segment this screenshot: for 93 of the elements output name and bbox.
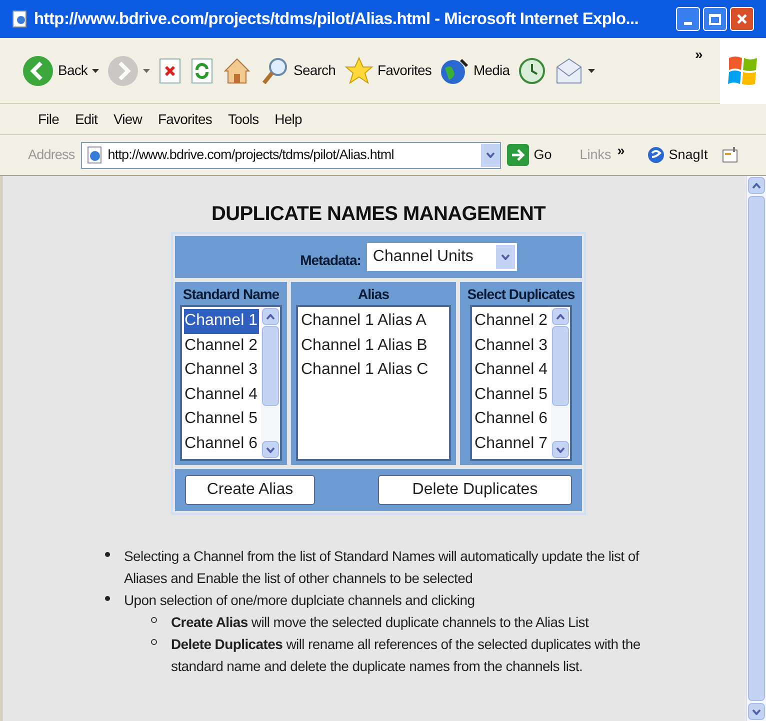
action-button[interactable]: Delete Duplicates bbox=[378, 475, 572, 505]
scroll-thumb[interactable] bbox=[552, 326, 570, 406]
menu-item[interactable]: File bbox=[38, 108, 59, 130]
envelope-icon bbox=[554, 56, 584, 84]
scroll-down-button[interactable] bbox=[552, 441, 570, 458]
links-overflow-button[interactable]: » bbox=[617, 140, 625, 162]
maximize-button[interactable] bbox=[703, 7, 727, 31]
scroll-up-button[interactable] bbox=[262, 308, 280, 325]
metadata-select[interactable]: Channel Units bbox=[366, 243, 517, 271]
clipboard-icon[interactable] bbox=[722, 146, 740, 164]
list-item[interactable]: Channel 2 bbox=[474, 309, 550, 334]
bullet-icon bbox=[105, 596, 110, 601]
circle-bullet-icon bbox=[151, 617, 157, 623]
close-button[interactable] bbox=[730, 7, 754, 31]
scroll-thumb[interactable] bbox=[262, 326, 280, 406]
links-label: Links bbox=[580, 146, 612, 164]
toolbar-overflow-button[interactable]: » bbox=[695, 44, 703, 65]
history-button[interactable] bbox=[518, 56, 546, 84]
list-item[interactable]: Channel 1 Alias A bbox=[300, 309, 447, 334]
document-icon bbox=[12, 10, 28, 28]
metadata-label: Metadata: bbox=[300, 250, 361, 270]
go-button[interactable]: Go bbox=[506, 144, 552, 166]
list-item[interactable]: Channel 1 bbox=[184, 309, 260, 334]
note-text: Upon selection of one/more duplciate channels and clicking bbox=[124, 591, 475, 610]
refresh-icon bbox=[190, 56, 214, 84]
column-heading: Select Duplicates bbox=[467, 285, 575, 304]
search-button[interactable]: Search bbox=[260, 56, 336, 86]
caret-icon bbox=[588, 68, 595, 72]
home-button[interactable] bbox=[222, 56, 252, 86]
page-icon bbox=[86, 146, 104, 164]
scroll-up-button[interactable] bbox=[552, 308, 570, 325]
circle-bullet-icon bbox=[151, 639, 157, 645]
home-icon bbox=[222, 56, 252, 86]
column-heading: Standard Name bbox=[182, 285, 280, 304]
scroll-down-button[interactable] bbox=[748, 703, 765, 720]
address-field[interactable]: http://www.bdrive.com/projects/tdms/pilot/Alias.html bbox=[80, 142, 501, 168]
list-item[interactable]: Channel 6 bbox=[184, 432, 260, 456]
swirl-icon bbox=[646, 146, 665, 164]
stop-button[interactable] bbox=[158, 56, 182, 84]
chevron-up-icon bbox=[556, 314, 566, 320]
scroll-up-button[interactable] bbox=[748, 177, 765, 194]
list-item[interactable]: Channel 2 bbox=[184, 334, 260, 358]
address-label: Address bbox=[28, 146, 75, 164]
list-item[interactable]: Channel 3 bbox=[474, 334, 550, 358]
list-item[interactable]: Channel 7 bbox=[474, 432, 550, 456]
dropdown-button[interactable] bbox=[496, 245, 515, 269]
menu-item[interactable]: Tools bbox=[228, 108, 259, 130]
favorites-button[interactable]: Favorites bbox=[344, 56, 432, 86]
chevron-up-icon bbox=[266, 314, 276, 320]
scroll-down-button[interactable] bbox=[262, 441, 280, 458]
stop-icon bbox=[158, 56, 182, 84]
caret-icon bbox=[142, 68, 150, 72]
note-text: Selecting a Channel from the list of Standard Names will automatically update the list of Aliases and Enable the list of other channels to be selected bbox=[124, 547, 640, 588]
menu-item[interactable]: View bbox=[114, 108, 142, 130]
menu-item[interactable]: Favorites bbox=[158, 108, 212, 130]
chevron-down-icon bbox=[486, 152, 495, 158]
list-item[interactable]: Channel 4 bbox=[474, 358, 550, 382]
page-scrollbar[interactable] bbox=[746, 176, 766, 721]
media-button[interactable]: Media bbox=[439, 56, 510, 86]
list-item[interactable]: Channel 1 Alias B bbox=[300, 334, 447, 358]
list-item[interactable]: Channel 5 bbox=[184, 407, 260, 432]
bullet-icon bbox=[105, 552, 110, 557]
note-text: Create Alias will move the selected duplicate channels to the Alias List bbox=[171, 613, 589, 632]
chevron-down-icon bbox=[752, 708, 761, 714]
list-item[interactable]: Channel 1 Alias C bbox=[300, 358, 447, 382]
column-heading: Alias bbox=[358, 285, 389, 304]
list-item[interactable]: Channel 3 bbox=[184, 358, 260, 382]
chevron-up-icon bbox=[752, 182, 761, 188]
menu-item[interactable]: Help bbox=[274, 108, 302, 130]
window-title: http://www.bdrive.com/projects/tdms/pilot/Alias.html - Microsoft Internet Explo... bbox=[34, 8, 640, 30]
action-button[interactable]: Create Alias bbox=[185, 475, 315, 505]
scroll-thumb[interactable] bbox=[748, 196, 765, 701]
minimize-button[interactable] bbox=[676, 7, 700, 31]
star-icon bbox=[344, 56, 374, 86]
close-icon bbox=[736, 13, 748, 25]
chevron-down-icon bbox=[500, 254, 510, 260]
note-text: Delete Duplicates will rename all references of the selected duplicates with the standard name and delete the duplicate names from the channels list. bbox=[171, 635, 642, 676]
search-icon bbox=[260, 56, 290, 86]
caret-icon bbox=[92, 68, 99, 72]
dropdown-button[interactable] bbox=[480, 144, 500, 166]
list-item[interactable]: Channel 6 bbox=[474, 407, 550, 432]
menu-item[interactable]: Edit bbox=[74, 108, 98, 130]
snagit-button[interactable]: SnagIt bbox=[646, 144, 708, 166]
mail-button[interactable] bbox=[554, 56, 595, 84]
clock-icon bbox=[518, 56, 546, 84]
page-heading: DUPLICATE NAMES MANAGEMENT bbox=[211, 202, 546, 226]
list-item[interactable]: Channel 5 bbox=[474, 382, 550, 407]
windows-logo-icon bbox=[727, 54, 759, 88]
list-item[interactable]: Channel 4 bbox=[184, 382, 260, 407]
refresh-button[interactable] bbox=[190, 56, 214, 84]
chevron-down-icon bbox=[266, 446, 276, 452]
back-button[interactable]: Back bbox=[22, 54, 99, 86]
chevron-down-icon bbox=[556, 446, 566, 452]
